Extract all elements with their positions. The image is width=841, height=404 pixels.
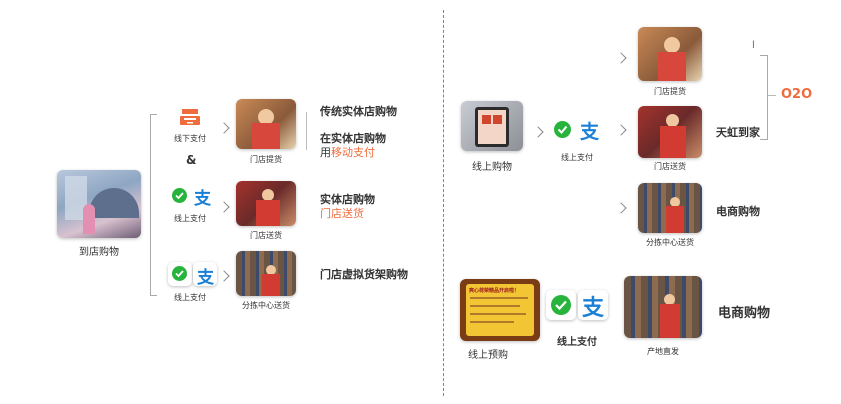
start-label: 到店购物	[79, 247, 119, 258]
chevron-right-icon	[218, 270, 230, 282]
right-store-delivery-photo	[638, 106, 702, 158]
mobile-pay-prefix: 用	[320, 146, 331, 159]
virtual-shelf-shopping: 门店虚拟货架购物	[320, 268, 408, 281]
chevron-right-icon	[532, 126, 544, 138]
store-delivery-highlight: 门店送货	[320, 207, 364, 220]
tianhong-home-label: 天虹到家	[716, 126, 760, 139]
online-pay-label-2: 线上支付	[174, 293, 206, 302]
right-store-delivery-label: 门店送货	[654, 162, 686, 171]
online-pay-label-right: 线上支付	[561, 153, 593, 162]
mobile-pay-line: 用移动支付	[320, 144, 375, 160]
right-store-pickup-photo	[638, 27, 702, 81]
o2o-label: O2O	[781, 87, 813, 102]
left-bracket	[150, 114, 157, 296]
preorder-label: 线上预购	[468, 350, 508, 361]
tablet-shopping-photo	[461, 101, 523, 151]
origin-direct-photo	[624, 276, 702, 338]
connector-line	[306, 112, 307, 150]
alipay-icon: 支	[582, 295, 605, 321]
origin-direct-label: 产地直发	[647, 347, 679, 356]
preorder-poster: 爽心荷荣精品开启啦！	[460, 279, 540, 341]
online-shopping-label: 线上购物	[472, 162, 512, 173]
chevron-right-icon	[615, 124, 627, 136]
ecommerce-label-1: 电商购物	[716, 205, 760, 218]
chevron-right-icon	[615, 202, 627, 214]
chevron-right-icon	[218, 201, 230, 213]
sorting-center-label: 分拣中心送货	[242, 301, 290, 310]
ampersand: &	[186, 153, 197, 167]
store-delivery-label: 门店送货	[250, 231, 282, 240]
stray-mark: l	[752, 40, 755, 51]
online-pay-label-1: 线上支付	[174, 214, 206, 223]
right-sorting-center-photo	[638, 183, 702, 233]
mobile-pay-highlight: 移动支付	[331, 146, 375, 159]
sorting-center-photo	[236, 251, 296, 296]
wechat-pay-icon	[551, 295, 571, 315]
traditional-shopping: 传统实体店购物	[320, 105, 397, 118]
alipay-icon: 支	[194, 189, 211, 209]
alipay-icon: 支	[580, 121, 600, 143]
o2o-bracket	[760, 55, 768, 140]
o2o-connector	[768, 95, 776, 96]
chevron-right-icon	[615, 52, 627, 64]
wechat-pay-icon	[172, 266, 187, 281]
mall-photo	[57, 170, 141, 238]
cash-register-icon	[179, 106, 201, 128]
store-delivery-photo	[236, 181, 296, 226]
right-store-pickup-label: 门店提货	[654, 87, 686, 96]
offline-pay-label: 线下支付	[174, 134, 206, 143]
alipay-icon: 支	[197, 268, 214, 288]
preorder-pay-label: 线上支付	[557, 337, 597, 348]
right-sorting-center-label: 分拣中心送货	[646, 238, 694, 247]
chevron-right-icon	[218, 122, 230, 134]
wechat-pay-icon	[554, 121, 571, 138]
store-pickup-label: 门店提货	[250, 155, 282, 164]
preorder-poster-title: 爽心荷荣精品开启啦！	[469, 288, 520, 294]
wechat-pay-icon	[172, 188, 187, 203]
ecommerce-label-2: 电商购物	[718, 306, 771, 321]
section-divider	[443, 10, 444, 396]
store-pickup-photo	[236, 99, 296, 149]
